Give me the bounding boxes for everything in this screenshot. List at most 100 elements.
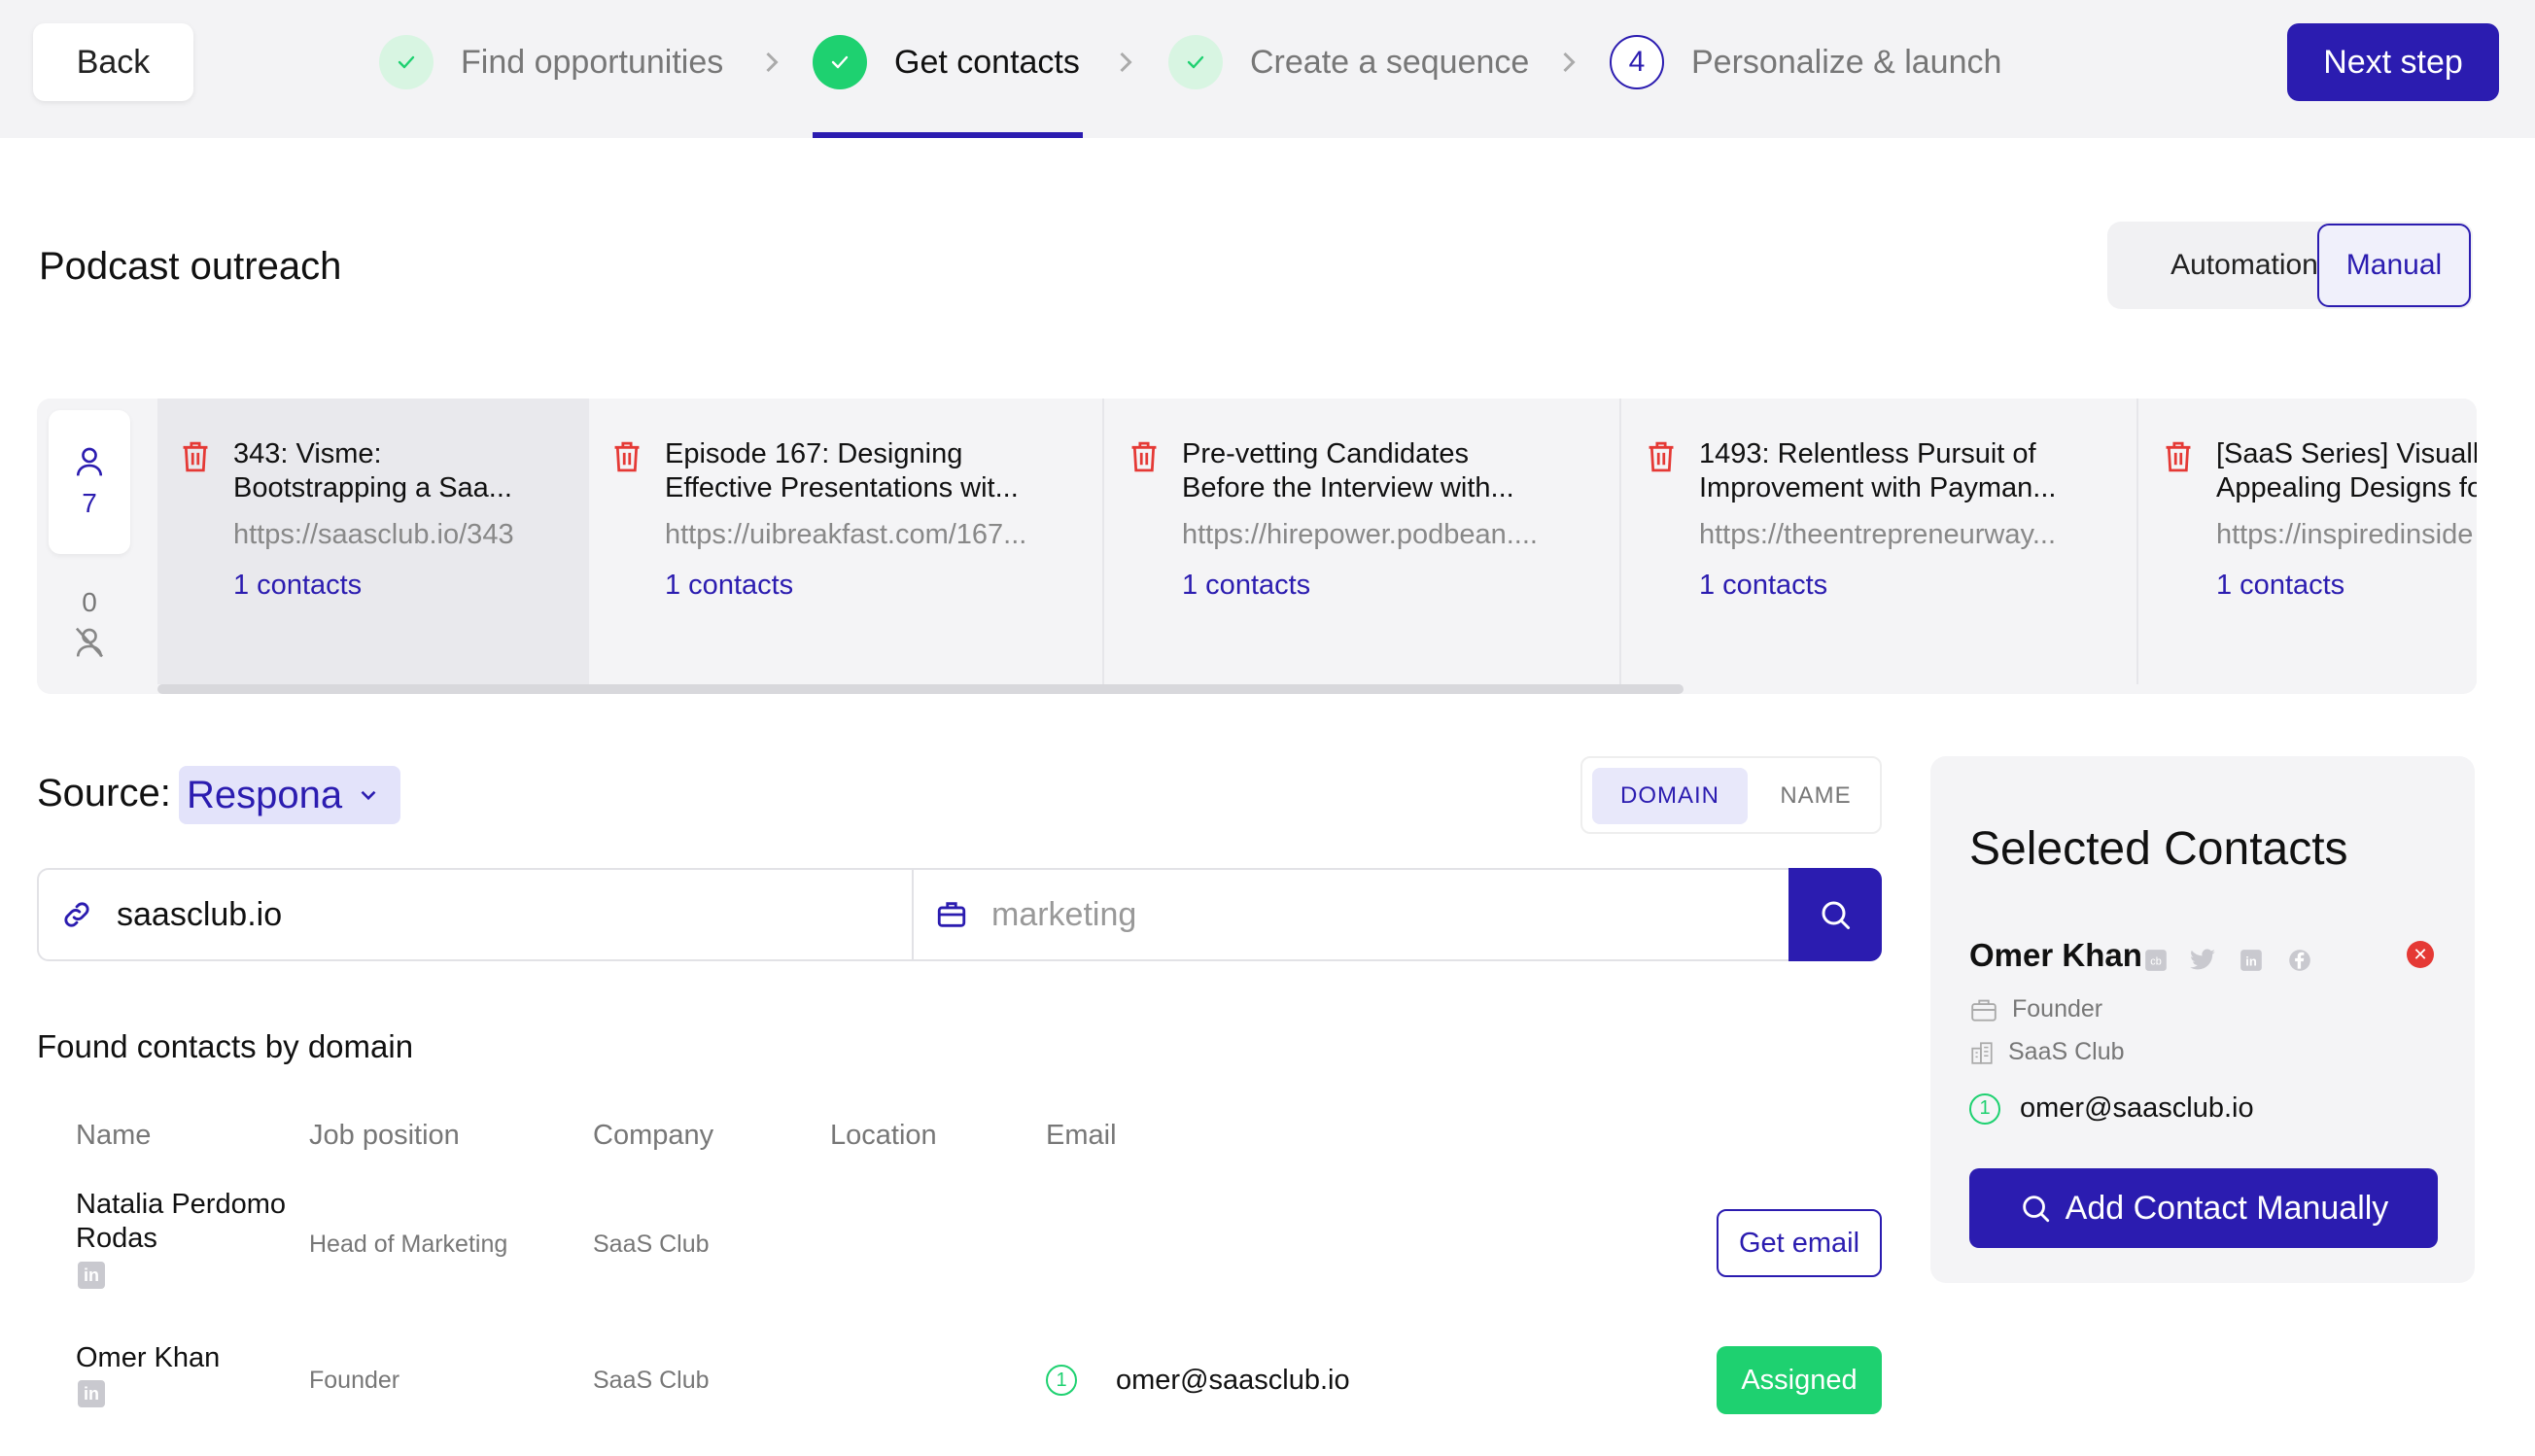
step-label: Create a sequence (1250, 43, 1530, 81)
keyword-input[interactable] (991, 895, 1750, 934)
trash-icon[interactable] (1128, 439, 1161, 474)
with-contacts-count: 7 (82, 488, 97, 518)
source-label: Source: (37, 772, 171, 815)
with-contacts-filter[interactable]: 7 (49, 410, 130, 554)
column-header-company: Company (593, 1120, 714, 1151)
back-button[interactable]: Back (33, 23, 193, 101)
opportunity-card[interactable]: [SaaS Series] Visually Appealing Designs … (2140, 399, 2477, 684)
search-mode-toggle: DOMAIN NAME (1580, 756, 1882, 834)
check-icon (1168, 35, 1223, 89)
link-icon (64, 902, 89, 927)
opportunity-contacts-count[interactable]: 1 contacts (665, 570, 793, 602)
source-dropdown[interactable]: Respona (179, 766, 400, 824)
contact-email: omer@saasclub.io (1116, 1365, 1350, 1396)
opportunity-title: [SaaS Series] Visually Appealing Designs … (2216, 438, 2477, 503)
step-label: Personalize & launch (1691, 43, 2002, 81)
step-find-opportunities[interactable]: Find opportunities (379, 33, 723, 91)
top-bar: Back Find opportunities Get contacts Cre… (0, 0, 2535, 138)
opportunity-card[interactable]: 1493: Relentless Pursuit of Improvement w… (1623, 399, 2138, 684)
search-mode-domain[interactable]: DOMAIN (1592, 768, 1748, 824)
user-icon (76, 447, 103, 476)
opportunity-contacts-count[interactable]: 1 contacts (1699, 570, 1827, 602)
user-off-icon (75, 627, 104, 658)
opportunity-title: 1493: Relentless Pursuit of Improvement w… (1699, 438, 2057, 503)
opportunity-url: https://theentrepreneurway... (1699, 519, 2057, 550)
search-row (37, 868, 1882, 961)
column-header-name: Name (76, 1120, 152, 1151)
trash-icon[interactable] (610, 439, 643, 474)
step-number: 4 (1610, 35, 1664, 89)
trash-icon[interactable] (179, 439, 212, 474)
chevron-right-icon (1120, 52, 1132, 73)
linkedin-icon[interactable]: in (78, 1262, 105, 1289)
contact-position: Head of Marketing (309, 1231, 508, 1258)
opportunity-url: https://inspiredinside (2216, 519, 2474, 550)
chevron-down-icon (361, 790, 376, 801)
search-mode-name[interactable]: NAME (1757, 768, 1874, 824)
linkedin-icon[interactable]: in (2238, 947, 2265, 974)
active-step-indicator (813, 132, 1083, 138)
chevron-right-icon (1563, 52, 1576, 73)
selected-contact-email-row: 1 omer@saasclub.io (1969, 1092, 2254, 1125)
briefcase-icon (1971, 999, 1997, 1022)
contact-position: Founder (309, 1367, 400, 1394)
crunchbase-icon[interactable]: cb (2142, 947, 2170, 974)
step-label: Get contacts (894, 43, 1080, 81)
selected-contacts-title: Selected Contacts (1969, 823, 2348, 875)
contact-filter: 7 0 (37, 399, 142, 694)
step-get-contacts[interactable]: Get contacts (813, 33, 1080, 91)
opportunities-strip: 7 0 343: Visme: Bootstrapping a Saa... ht… (37, 399, 2477, 694)
get-email-button[interactable]: Get email (1717, 1209, 1882, 1277)
assigned-button[interactable]: Assigned (1717, 1346, 1882, 1414)
opportunity-contacts-count[interactable]: 1 contacts (1182, 570, 1310, 602)
email-verified-badge: 1 (1969, 1092, 2000, 1125)
contact-name: Natalia Perdomo Rodas (76, 1189, 286, 1254)
remove-contact-button[interactable]: ✕ (2407, 941, 2434, 968)
domain-input[interactable] (117, 895, 875, 934)
without-contacts-filter[interactable]: 0 (49, 570, 130, 676)
facebook-icon[interactable] (2286, 947, 2313, 974)
svg-text:cb: cb (2150, 955, 2161, 967)
svg-text:in: in (2245, 953, 2257, 968)
step-label: Find opportunities (461, 43, 724, 81)
opportunity-card[interactable]: Episode 167: Designing Effective Presenta… (589, 399, 1104, 684)
next-step-button[interactable]: Next step (2287, 23, 2499, 101)
horizontal-scrollbar[interactable] (157, 684, 1684, 694)
linkedin-icon[interactable]: in (78, 1380, 105, 1407)
search-icon (1822, 901, 1850, 929)
contact-name: Omer Khan (76, 1342, 221, 1373)
chevron-right-icon (766, 52, 779, 73)
trash-icon[interactable] (1645, 439, 1678, 474)
column-header-email: Email (1046, 1120, 1117, 1151)
mode-manual-button[interactable]: Manual (2317, 224, 2471, 307)
twitter-icon[interactable] (2189, 947, 2216, 974)
selected-contact-name: Omer Khan (1969, 937, 2142, 973)
opportunity-title: Episode 167: Designing Effective Presenta… (665, 438, 1019, 503)
without-contacts-count: 0 (82, 587, 97, 617)
opportunity-url: https://hirepower.podbean.... (1182, 519, 1538, 550)
opportunity-url: https://uibreakfast.com/167... (665, 519, 1027, 550)
found-contacts-title: Found contacts by domain (37, 1028, 414, 1064)
domain-field (37, 868, 914, 961)
opportunity-contacts-count[interactable]: 1 contacts (233, 570, 362, 602)
trash-icon[interactable] (2162, 439, 2195, 474)
step-personalize-launch[interactable]: 4 Personalize & launch (1610, 33, 2001, 91)
check-icon (379, 35, 434, 89)
keyword-field (912, 868, 1827, 961)
search-icon (2022, 1196, 2049, 1223)
column-header-job-position: Job position (309, 1120, 460, 1151)
contact-company: SaaS Club (593, 1231, 710, 1258)
add-contact-manually-button[interactable]: Add Contact Manually (1969, 1168, 2438, 1248)
selected-contact-company: SaaS Club (1969, 1038, 2125, 1066)
opportunity-card[interactable]: Pre-vetting Candidates Before the Intervi… (1106, 399, 1621, 684)
mode-toggle: Automation Manual (2107, 222, 2473, 309)
check-icon (813, 35, 867, 89)
step-create-sequence[interactable]: Create a sequence (1168, 33, 1529, 91)
opportunity-list: 343: Visme: Bootstrapping a Saa... https:… (157, 399, 2477, 684)
building-icon (1971, 1041, 1993, 1064)
contact-company: SaaS Club (593, 1367, 710, 1394)
email-verified-badge: 1 (1046, 1365, 1077, 1396)
search-button[interactable] (1788, 868, 1882, 961)
opportunity-contacts-count[interactable]: 1 contacts (2216, 570, 2344, 602)
opportunity-title: Pre-vetting Candidates Before the Intervi… (1182, 438, 1514, 503)
